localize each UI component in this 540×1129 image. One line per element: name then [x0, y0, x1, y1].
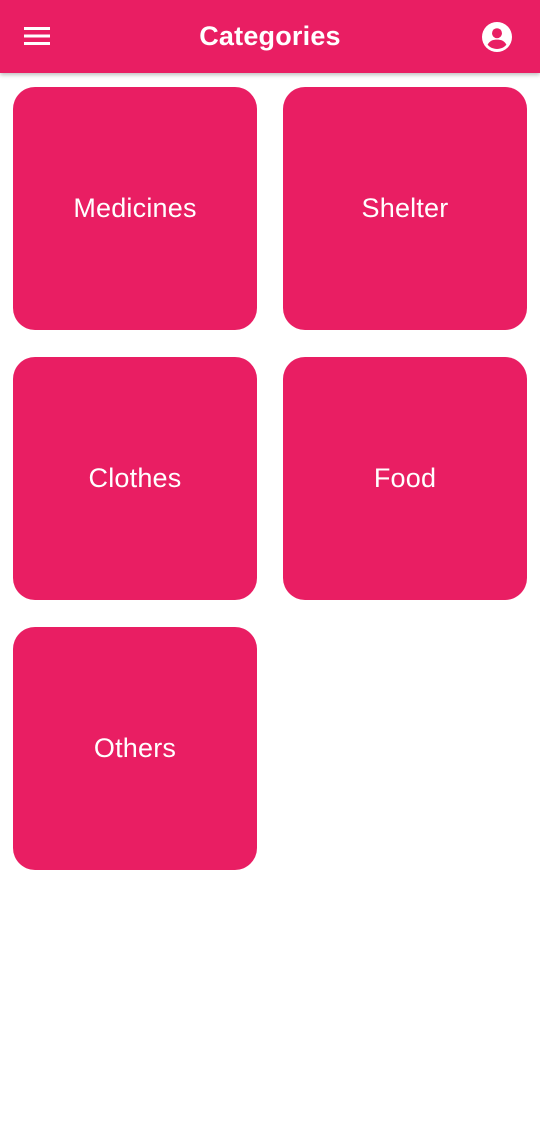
account-circle-icon: [482, 22, 512, 52]
category-label: Shelter: [361, 193, 449, 223]
category-label: Clothes: [88, 463, 182, 493]
category-grid: Medicines Shelter Clothes Food Others: [13, 87, 527, 870]
category-tile-food[interactable]: Food: [283, 357, 527, 600]
page-title: Categories: [199, 21, 341, 51]
app-bar: Categories: [0, 0, 540, 73]
category-label: Food: [373, 463, 437, 493]
category-tile-shelter[interactable]: Shelter: [283, 87, 527, 330]
category-tile-medicines[interactable]: Medicines: [13, 87, 257, 330]
hamburger-menu-icon: [24, 27, 50, 45]
category-tile-others[interactable]: Others: [13, 627, 257, 870]
category-tile-clothes[interactable]: Clothes: [13, 357, 257, 600]
category-label: Others: [93, 733, 177, 763]
category-label: Medicines: [73, 193, 197, 223]
account-button[interactable]: [474, 14, 520, 60]
menu-button[interactable]: [14, 13, 60, 59]
